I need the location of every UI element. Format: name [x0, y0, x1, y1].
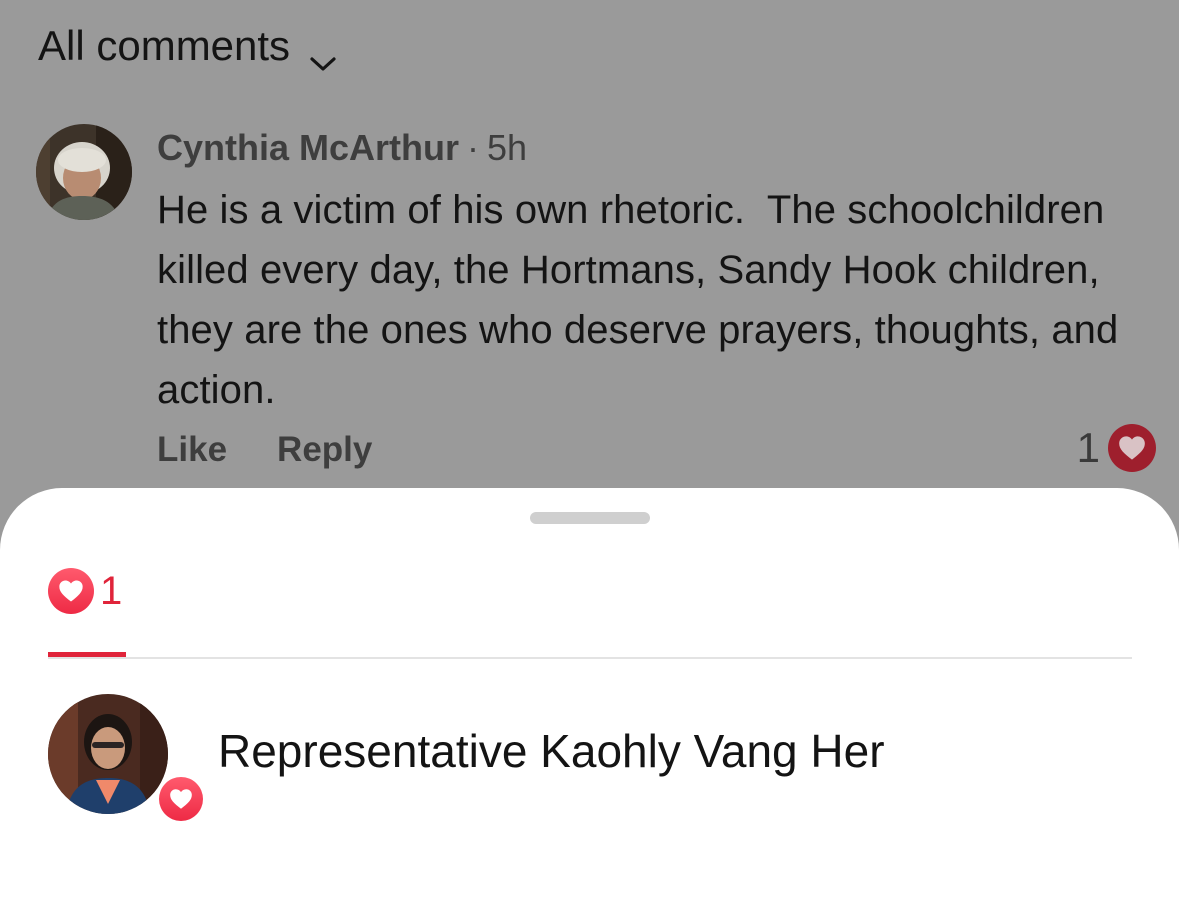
tab-divider	[48, 657, 1132, 659]
reactor-reaction-badge	[156, 774, 206, 824]
comment-author[interactable]: Cynthia McArthur	[157, 127, 459, 168]
comment-text: He is a victim of his own rhetoric. The …	[157, 188, 1130, 412]
like-button[interactable]: Like	[157, 430, 227, 470]
heart-icon	[159, 777, 203, 821]
heart-icon	[48, 568, 94, 614]
comments-filter-dropdown[interactable]: All comments	[38, 22, 338, 71]
reactions-sheet: 1 Representative Kaohly Vang Her	[0, 488, 1179, 908]
meta-separator: ·	[467, 127, 480, 168]
comment-body: Cynthia McArthur · 5h He is a victim of hi…	[157, 124, 1147, 420]
comments-filter-label: All comments	[38, 22, 291, 69]
reactor-avatar[interactable]	[48, 694, 168, 814]
heart-icon	[1108, 424, 1156, 472]
comment-actions: Like Reply	[157, 430, 372, 470]
comment-meta: Cynthia McArthur · 5h	[157, 124, 1147, 172]
reactor-name[interactable]: Representative Kaohly Vang Her	[218, 724, 885, 778]
commenter-avatar[interactable]	[36, 124, 132, 220]
chevron-down-icon	[308, 36, 338, 71]
comment-timestamp: 5h	[487, 127, 528, 168]
tab-heart-reactions[interactable]: 1	[48, 568, 122, 614]
sheet-grabber-handle[interactable]	[530, 512, 650, 524]
reply-button[interactable]: Reply	[277, 430, 372, 470]
comment-reaction-summary[interactable]: 1	[1077, 424, 1156, 472]
reactor-list-item[interactable]: Representative Kaohly Vang Her	[48, 694, 1132, 834]
tab-reaction-count: 1	[100, 568, 123, 613]
reaction-count: 1	[1076, 424, 1100, 471]
